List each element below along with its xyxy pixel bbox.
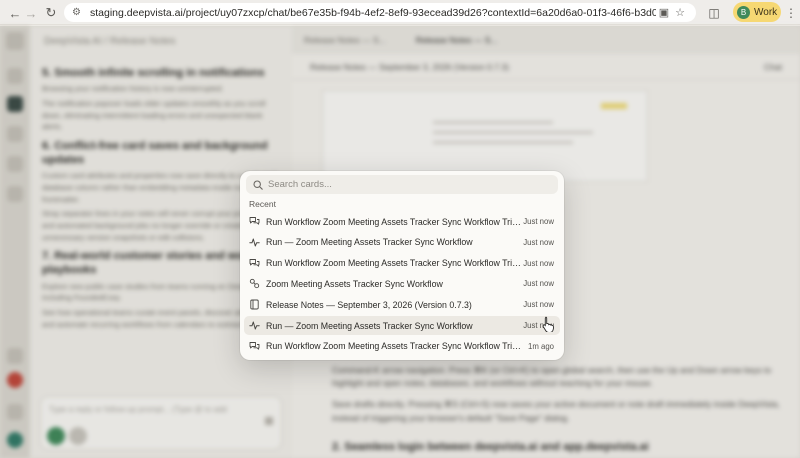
recent-card-row[interactable]: Release Notes — September 3, 2026 (Versi… xyxy=(244,295,560,314)
recent-card-title: Run — Zoom Meeting Assets Tracker Sync W… xyxy=(266,320,473,331)
recent-card-row[interactable]: Run — Zoom Meeting Assets Tracker Sync W… xyxy=(244,316,560,335)
recent-card-row[interactable]: Run — Zoom Meeting Assets Tracker Sync W… xyxy=(244,233,560,252)
recent-section-label: Recent xyxy=(249,199,276,209)
recent-card-title: Run Workflow Zoom Meeting Assets Tracker… xyxy=(266,258,524,269)
profile-avatar: B xyxy=(737,5,750,19)
browser-toolbar: ← → ↻ ⚙ staging.deepvista.ai/project/uy0… xyxy=(0,0,800,25)
recent-card-title: Zoom Meeting Assets Tracker Sync Workflo… xyxy=(266,278,443,289)
cast-icon[interactable]: ▣ xyxy=(656,6,672,19)
recent-card-row[interactable]: Run Workflow Zoom Meeting Assets Tracker… xyxy=(244,337,560,356)
recent-card-title: Run Workflow Zoom Meeting Assets Tracker… xyxy=(266,216,524,227)
workflow-link-icon xyxy=(248,277,261,290)
recent-card-time: Just now xyxy=(523,279,554,289)
browser-menu-icon[interactable]: ⋮ xyxy=(784,3,798,22)
recent-card-title: Release Notes — September 3, 2026 (Versi… xyxy=(266,299,472,310)
recent-card-row[interactable]: Zoom Meeting Assets Tracker Sync Workflo… xyxy=(244,274,560,293)
recent-card-time: Just now xyxy=(523,258,554,268)
profile-button[interactable]: B Work xyxy=(733,2,781,22)
bookmark-star-icon[interactable]: ☆ xyxy=(672,6,688,19)
search-box xyxy=(246,175,558,194)
reload-icon[interactable]: ↻ xyxy=(40,2,62,24)
profile-label: Work xyxy=(754,6,778,18)
recent-card-row[interactable]: Run Workflow Zoom Meeting Assets Tracker… xyxy=(244,212,560,231)
recent-card-time: Just now xyxy=(523,300,554,310)
document-icon xyxy=(248,298,261,311)
forward-arrow-icon[interactable]: → xyxy=(20,2,42,24)
hand-pointer-cursor xyxy=(542,316,554,332)
extensions-puzzle-icon[interactable]: ◫ xyxy=(704,3,724,22)
activity-pulse-icon xyxy=(248,319,261,332)
recent-card-time: Just now xyxy=(523,217,554,226)
recent-card-title: Run Workflow Zoom Meeting Assets Tracker… xyxy=(266,341,524,352)
chat-bubbles-icon xyxy=(248,340,261,353)
recent-card-time: 1m ago xyxy=(527,341,554,351)
chat-bubbles-icon xyxy=(248,215,261,228)
url-text: staging.deepvista.ai/project/uy07zxcp/ch… xyxy=(90,6,656,19)
address-bar[interactable]: ⚙ staging.deepvista.ai/project/uy07zxcp/… xyxy=(64,3,696,22)
search-cards-palette: Recent Run Workflow Zoom Meeting Assets … xyxy=(240,171,564,360)
recent-card-time: Just now xyxy=(523,237,554,247)
chat-bubbles-icon xyxy=(248,257,261,270)
activity-pulse-icon xyxy=(248,236,261,249)
recent-card-title: Run — Zoom Meeting Assets Tracker Sync W… xyxy=(266,237,473,248)
recent-card-row[interactable]: Run Workflow Zoom Meeting Assets Tracker… xyxy=(244,254,560,273)
site-info-icon[interactable]: ⚙ xyxy=(72,7,84,19)
search-input[interactable] xyxy=(268,179,548,190)
search-icon xyxy=(252,179,264,191)
